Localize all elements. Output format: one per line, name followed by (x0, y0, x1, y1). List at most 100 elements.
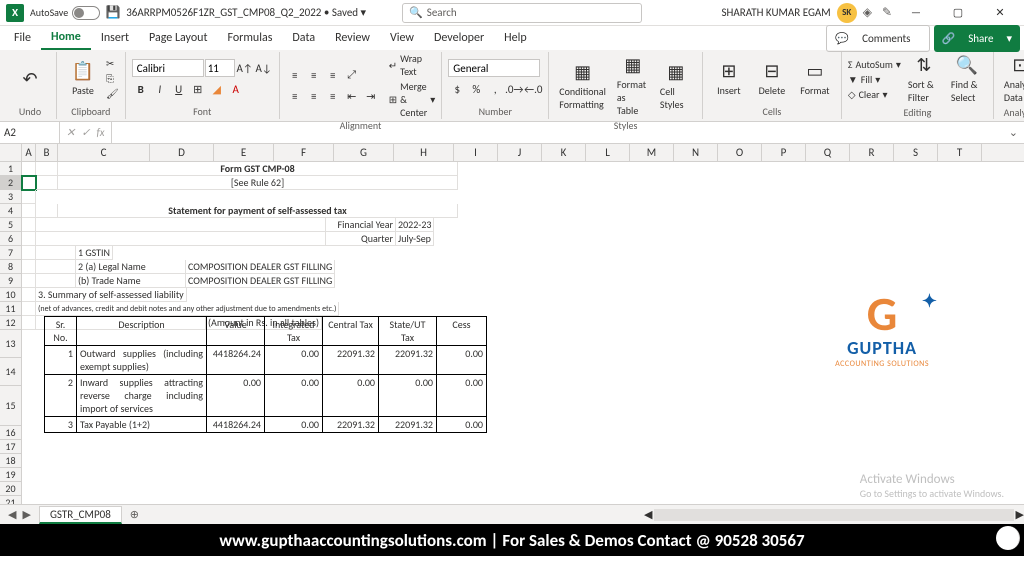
autosum-button[interactable]: Σ AutoSum ▾ (848, 58, 901, 71)
footer-badge-icon (996, 526, 1020, 550)
align-left[interactable]: ≡ (286, 87, 304, 105)
fill-button[interactable]: ▼ Fill ▾ (848, 73, 901, 86)
search-input[interactable]: 🔍 Search (402, 3, 642, 23)
find-select-button[interactable]: 🔍Find & Select (947, 52, 987, 106)
search-icon: 🔍 (409, 6, 423, 19)
increase-font-button[interactable]: A↑ (236, 59, 254, 77)
spreadsheet-grid[interactable]: ABCD EFGH IJKL MNOP QRST 12345 678910 11… (0, 144, 1024, 504)
selected-cell[interactable] (22, 176, 36, 190)
form-title: Form GST CMP-08 (58, 162, 458, 176)
conditional-formatting-button[interactable]: ▦Conditional Formatting (555, 59, 610, 113)
diamond-icon[interactable]: ◈ (863, 5, 872, 20)
decrease-font-button[interactable]: A↓ (255, 59, 273, 77)
sort-filter-button[interactable]: ⇅Sort & Filter (904, 52, 944, 106)
undo-button[interactable]: ↶ (10, 66, 50, 92)
underline-button[interactable]: U (170, 80, 188, 98)
formula-bar: A2 ✕ ✓ fx ⌄ (0, 122, 1024, 144)
clear-button[interactable]: ◇ Clear ▾ (848, 88, 901, 101)
analyze-data-button[interactable]: ⊡Analyze Data (1000, 52, 1024, 106)
menu-bar: File Home Insert Page Layout Formulas Da… (0, 26, 1024, 50)
menu-formulas[interactable]: Formulas (217, 27, 282, 49)
pen-icon[interactable]: ✎ (882, 5, 892, 20)
table-row: 3Tax Payable (1+2) 4418264.240.00 22091.… (45, 417, 487, 433)
footer-banner: www.gupthaaccountingsolutions.com | For … (0, 524, 1024, 556)
cancel-formula-icon[interactable]: ✕ (66, 126, 75, 139)
fx-icon[interactable]: fx (96, 126, 104, 139)
format-painter-button[interactable]: 🖌 (106, 87, 119, 100)
share-button[interactable]: 🔗 Share ▾ (934, 25, 1021, 52)
sheet-tab[interactable]: GSTR_CMP08 (39, 506, 122, 524)
align-mid[interactable]: ≡ (305, 66, 323, 84)
delete-cells-button[interactable]: ⊟Delete (752, 58, 792, 99)
merge-center-button[interactable]: ⊞ Merge & Center ▾ (389, 80, 436, 119)
autosave-label: AutoSave (30, 6, 68, 19)
expand-formula-bar[interactable]: ⌄ (1003, 126, 1024, 139)
align-right[interactable]: ≡ (324, 87, 342, 105)
currency-button[interactable]: $ (448, 80, 466, 98)
menu-page-layout[interactable]: Page Layout (139, 27, 217, 49)
menu-home[interactable]: Home (41, 26, 91, 50)
indent-inc[interactable]: ⇥ (362, 87, 380, 105)
menu-file[interactable]: File (4, 27, 41, 49)
next-sheet-button[interactable]: ▶ (22, 508, 30, 521)
align-bot[interactable]: ≡ (324, 66, 342, 84)
percent-button[interactable]: % (467, 80, 485, 98)
minimize-button[interactable]: — (898, 0, 934, 26)
enter-formula-icon[interactable]: ✓ (81, 126, 90, 139)
font-name-input[interactable] (132, 59, 204, 77)
menu-review[interactable]: Review (325, 27, 380, 49)
font-color-button[interactable]: A (227, 80, 245, 98)
save-icon[interactable]: 💾 (106, 6, 120, 20)
autosave-toggle[interactable]: AutoSave (30, 6, 100, 20)
sheet-tabs: ◀ ▶ GSTR_CMP08 ⊕ ◀▶ (0, 504, 1024, 524)
table-row: 1Outward supplies (including exempt supp… (45, 346, 487, 375)
user-account[interactable]: SHARATH KUMAR EGAM SK (721, 3, 856, 23)
dec-decimal[interactable]: ←.0 (524, 80, 542, 98)
align-center[interactable]: ≡ (305, 87, 323, 105)
select-all-corner[interactable] (0, 144, 22, 161)
cell-styles-button[interactable]: ▦Cell Styles (656, 59, 696, 113)
fill-color-button[interactable]: ◢ (208, 80, 226, 98)
close-button[interactable]: ✕ (982, 0, 1018, 26)
copy-button[interactable]: ⎘ (106, 72, 119, 85)
menu-insert[interactable]: Insert (91, 27, 139, 49)
ribbon: ↶ Undo 📋Paste ✂ ⎘ 🖌 Clipboard A↑ A↓ (0, 50, 1024, 122)
toggle-off-icon[interactable] (72, 6, 100, 20)
align-top[interactable]: ≡ (286, 66, 304, 84)
format-as-table-button[interactable]: ▦Format as Table (613, 52, 653, 119)
italic-button[interactable]: I (151, 80, 169, 98)
row-headers[interactable]: 12345 678910 111213 14 15 1617181920 212… (0, 162, 22, 504)
excel-icon: X (6, 4, 24, 22)
comments-button[interactable]: 💬 Comments (826, 25, 929, 52)
add-sheet-button[interactable]: ⊕ (122, 508, 147, 521)
menu-data[interactable]: Data (282, 27, 325, 49)
horizontal-scrollbar[interactable]: ◀▶ (644, 509, 1024, 521)
column-headers[interactable]: ABCD EFGH IJKL MNOP QRST (0, 144, 1024, 162)
inc-decimal[interactable]: .0→ (505, 80, 523, 98)
guptha-logo: G✦ GUPTHA ACCOUNTING SOLUTIONS (835, 284, 929, 369)
title-bar: X AutoSave 💾 36ARRPM0526F1ZR_GST_CMP08_Q… (0, 0, 1024, 26)
format-cells-button[interactable]: ▭Format (795, 58, 835, 99)
menu-view[interactable]: View (380, 27, 424, 49)
borders-button[interactable]: ⊞ (189, 80, 207, 98)
menu-developer[interactable]: Developer (424, 27, 494, 49)
avatar: SK (837, 3, 857, 23)
prev-sheet-button[interactable]: ◀ (8, 508, 16, 521)
bold-button[interactable]: B (132, 80, 150, 98)
comma-button[interactable]: , (486, 80, 504, 98)
filename[interactable]: 36ARRPM0526F1ZR_GST_CMP08_Q2_2022 • Save… (126, 6, 366, 19)
orientation[interactable]: ⤢ (343, 66, 361, 84)
font-size-input[interactable] (205, 59, 235, 77)
wrap-text-button[interactable]: ↵ Wrap Text (389, 52, 436, 78)
table-row: 2Inward supplies attracting reverse char… (45, 375, 487, 417)
cut-button[interactable]: ✂ (106, 57, 119, 70)
number-format-input[interactable] (448, 59, 540, 77)
activate-windows-watermark: Activate Windows Go to Settings to activ… (860, 472, 1004, 500)
menu-help[interactable]: Help (494, 27, 537, 49)
name-box[interactable]: A2 (0, 122, 60, 143)
paste-button[interactable]: 📋Paste (63, 58, 103, 99)
maximize-button[interactable]: ▢ (940, 0, 976, 26)
insert-cells-button[interactable]: ⊞Insert (709, 58, 749, 99)
liability-table: Sr. No. Description Value Integrated Tax… (44, 316, 487, 433)
indent-dec[interactable]: ⇤ (343, 87, 361, 105)
